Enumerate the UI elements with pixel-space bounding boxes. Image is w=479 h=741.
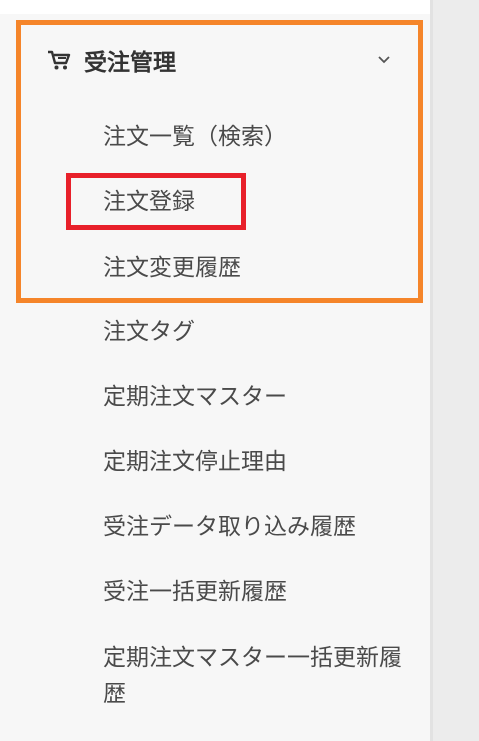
menu-item-subscription-bulk-update-history[interactable]: 定期注文マスター一括更新履歴: [103, 640, 403, 712]
sidebar: 受注管理 注文一覧（検索） 注文登録 注文変更履歴 注文タグ 定期注文マスター …: [0, 0, 430, 741]
menu-group-highlight: [16, 20, 423, 303]
menu-item-subscription-stop-reason[interactable]: 定期注文停止理由: [103, 446, 287, 478]
menu-item-order-tags[interactable]: 注文タグ: [103, 316, 195, 348]
menu-item-order-import-history[interactable]: 受注データ取り込み履歴: [103, 511, 356, 543]
menu-item-bulk-update-history[interactable]: 受注一括更新履歴: [103, 576, 287, 608]
menu-item-subscription-master[interactable]: 定期注文マスター: [103, 381, 287, 413]
active-item-highlight: [66, 173, 246, 230]
top-strip: [0, 0, 430, 14]
main-content-area: [433, 0, 479, 741]
